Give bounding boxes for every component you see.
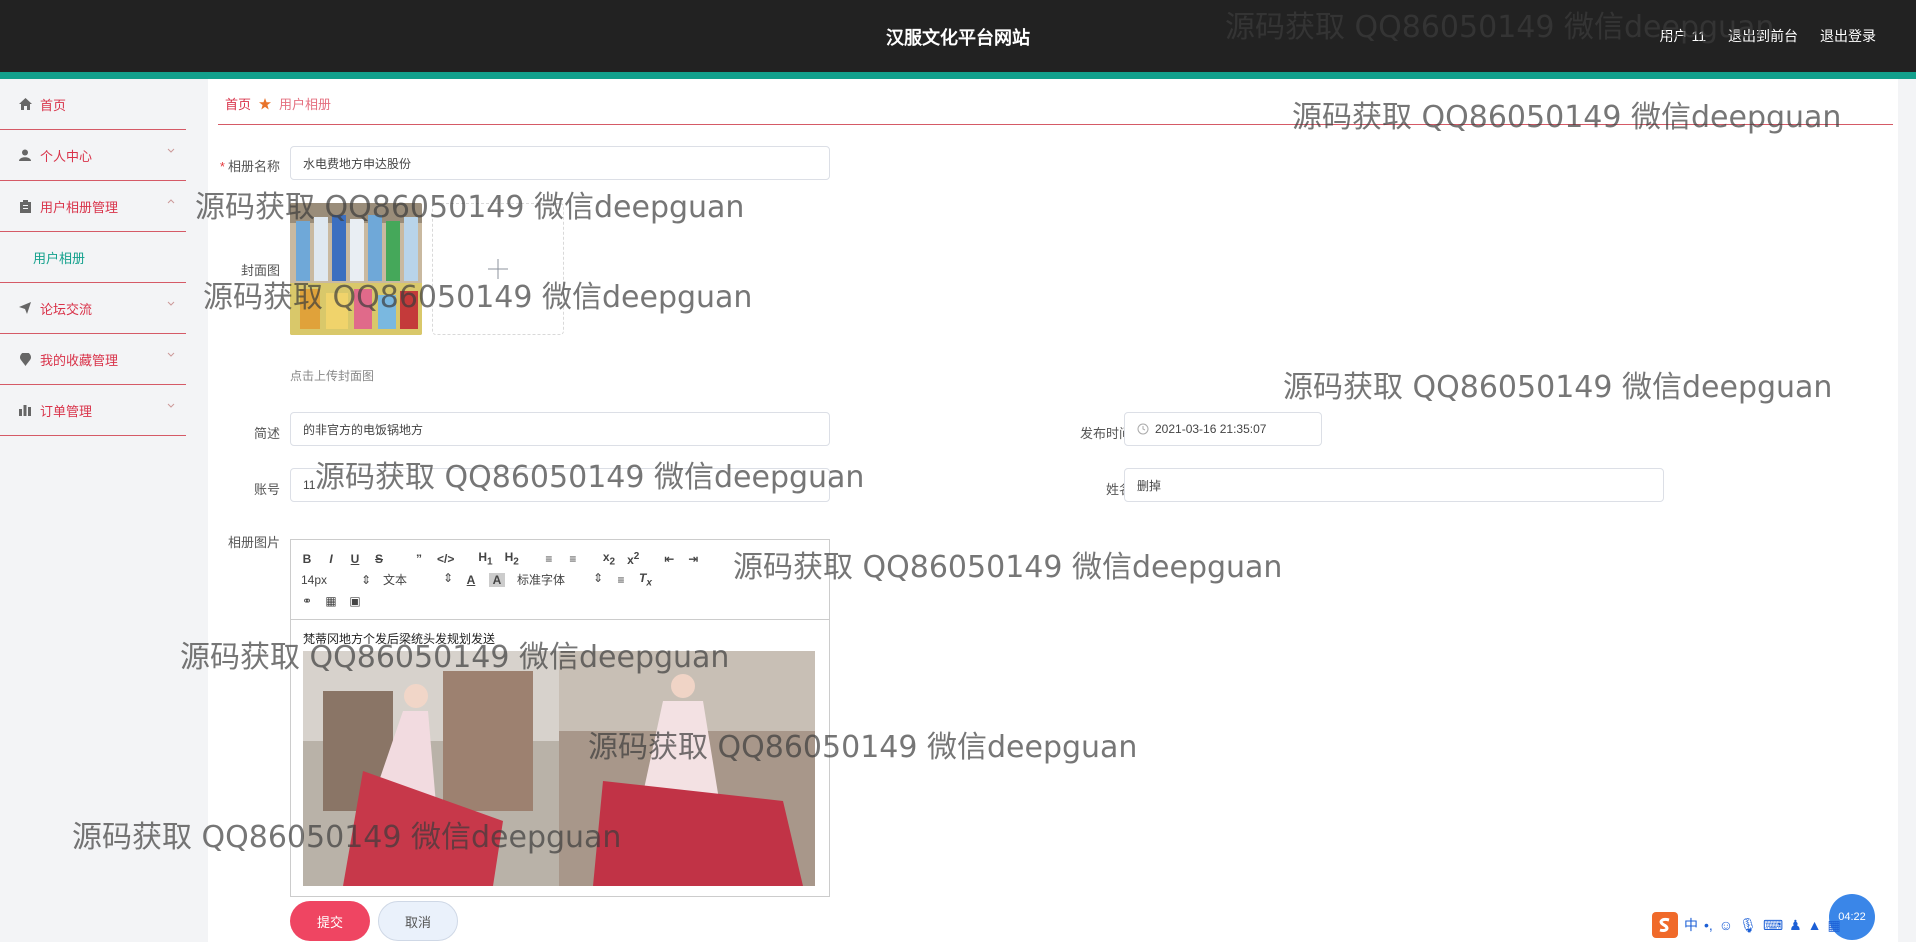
code-block-button[interactable]: </> [437,552,454,566]
publish-time-value: 2021-03-16 21:35:07 [1155,422,1267,436]
sidebar-item-label: 首页 [40,97,67,113]
heading2-button[interactable]: H2 [505,550,519,567]
paper-plane-icon [18,301,32,315]
account-input[interactable] [290,468,830,502]
current-user[interactable]: 用户 11 [1660,26,1706,46]
subscript-button[interactable]: x2 [603,550,615,567]
sidebar-item-label: 订单管理 [40,403,93,419]
plus-icon [488,259,508,279]
desc-label: 简述 [253,426,280,441]
cover-label: 封面图 [240,263,280,278]
sidebar-item-home[interactable]: 首页 [0,79,186,130]
sidebar: 首页 个人中心 用户相册管理 用户相册 论坛交流 我的收藏管理 订单管理 [0,79,186,942]
sidebar-item-label: 我的收藏管理 [40,352,119,368]
album-name-label: * 相册名称 [219,159,280,174]
background-color-button[interactable]: A [489,572,505,587]
italic-button[interactable]: I [325,552,337,566]
account-label: 账号 [253,482,280,497]
clock-icon [1137,423,1149,435]
breadcrumb-current: 用户相册 [279,97,332,112]
sidebar-item-label: 用户相册 [33,250,86,266]
cancel-button[interactable]: 取消 [378,901,458,941]
sidebar-item-favorites[interactable]: 我的收藏管理 [0,334,186,385]
blockquote-button[interactable]: ” [413,552,425,566]
link-icon[interactable]: ⚭ [301,594,313,608]
user-tray-icon[interactable]: ♟ [1789,917,1802,934]
desc-input[interactable] [290,412,830,446]
bold-button[interactable]: B [301,552,313,566]
sidebar-item-album-management[interactable]: 用户相册管理 [0,181,186,232]
underline-button[interactable]: U [349,552,361,566]
main-content: 首页 用户相册 *相册名称 封面图 点击上传封面图 简述 [208,79,1898,942]
submit-button[interactable]: 提交 [290,901,370,941]
header-accent-bar [0,72,1916,79]
sidebar-item-user-album[interactable]: 用户相册 [0,232,186,283]
font-color-button[interactable]: A [465,573,477,587]
breadcrumb: 首页 用户相册 [225,94,331,113]
upload-cover-button[interactable] [432,203,564,335]
name-input[interactable] [1124,468,1664,502]
font-family-select[interactable]: 标准字体 ⇕ [517,571,603,588]
image-icon[interactable]: ▦ [325,594,337,608]
sidebar-item-forum[interactable]: 论坛交流 [0,283,186,334]
bullet-list-button[interactable]: ≡ [567,552,579,566]
logout-link[interactable]: 退出登录 [1820,26,1876,46]
editor-content[interactable]: 梵蒂冈地方个发后梁统头发规划发送 [291,620,829,896]
editor-toolbar: B I U S ” </> H1 H2 ≡ ≡ x2 x2 ⇤ ⇥ 14px ⇕ … [291,540,829,620]
clipboard-icon [18,199,32,213]
text-type-select[interactable]: 文本 ⇕ [383,571,453,588]
sidebar-item-label: 用户相册管理 [40,199,119,215]
ordered-list-button[interactable]: ≡ [543,552,555,566]
album-name-input[interactable] [290,146,830,180]
chevron-up-icon [167,199,175,204]
chevron-down-icon [167,403,175,408]
indent-button[interactable]: ⇥ [687,552,699,566]
microphone-icon[interactable]: 🎙 [1739,917,1757,934]
sidebar-item-label: 论坛交流 [40,301,93,317]
location-pin-icon [18,352,32,366]
back-to-front-link[interactable]: 退出到前台 [1728,26,1798,46]
font-size-select[interactable]: 14px ⇕ [301,573,371,587]
video-icon[interactable]: ▣ [349,594,361,608]
superscript-button[interactable]: x2 [627,551,639,567]
upload-cover-hint: 点击上传封面图 [290,369,375,383]
photos-label: 相册图片 [227,535,280,550]
keyboard-icon[interactable]: ⌨ [1763,917,1783,934]
bar-chart-icon [18,403,32,417]
top-links: 用户 11 退出到前台 退出登录 [1660,26,1876,46]
name-label: 姓名 [1105,482,1132,497]
ime-chinese-icon[interactable]: 中 [1684,915,1698,935]
star-separator-icon [259,97,272,109]
ime-punctuation-icon[interactable]: •, [1704,917,1713,933]
clear-format-button[interactable]: Tx [639,571,652,588]
rich-text-editor[interactable]: B I U S ” </> H1 H2 ≡ ≡ x2 x2 ⇤ ⇥ 14px ⇕ … [290,539,830,897]
system-tray: 中 •, ☺ 🎙 ⌨ ♟ ▲ ▦ [1652,912,1872,938]
user-icon [18,148,32,162]
breadcrumb-home[interactable]: 首页 [225,94,251,113]
editor-text: 梵蒂冈地方个发后梁统头发规划发送 [303,632,496,646]
chevron-down-icon [167,148,175,153]
publish-time-picker[interactable]: 2021-03-16 21:35:07 [1124,412,1322,446]
sogou-ime-icon[interactable] [1652,912,1678,938]
publish-time-label: 发布时间 [1079,426,1132,441]
chevron-down-icon [167,352,175,357]
breadcrumb-divider [218,124,1893,125]
cover-image-thumbnail[interactable] [290,203,422,335]
emoji-icon[interactable]: ☺ [1719,917,1733,933]
heading1-button[interactable]: H1 [478,550,492,567]
align-button[interactable]: ≡ [615,573,627,587]
hanfu-photo [303,651,815,886]
shirt-icon[interactable]: ▲ [1808,917,1822,933]
site-title: 汉服文化平台网站 [886,28,1030,48]
sidebar-item-personal-center[interactable]: 个人中心 [0,130,186,181]
top-header: 汉服文化平台网站 用户 11 退出到前台 退出登录 [0,0,1916,72]
chevron-down-icon [167,301,175,306]
sidebar-item-label: 个人中心 [40,148,93,164]
home-icon [18,97,32,111]
sidebar-item-orders[interactable]: 订单管理 [0,385,186,436]
grid-icon[interactable]: ▦ [1828,917,1841,934]
strike-button[interactable]: S [373,552,385,566]
outdent-button[interactable]: ⇤ [663,552,675,566]
